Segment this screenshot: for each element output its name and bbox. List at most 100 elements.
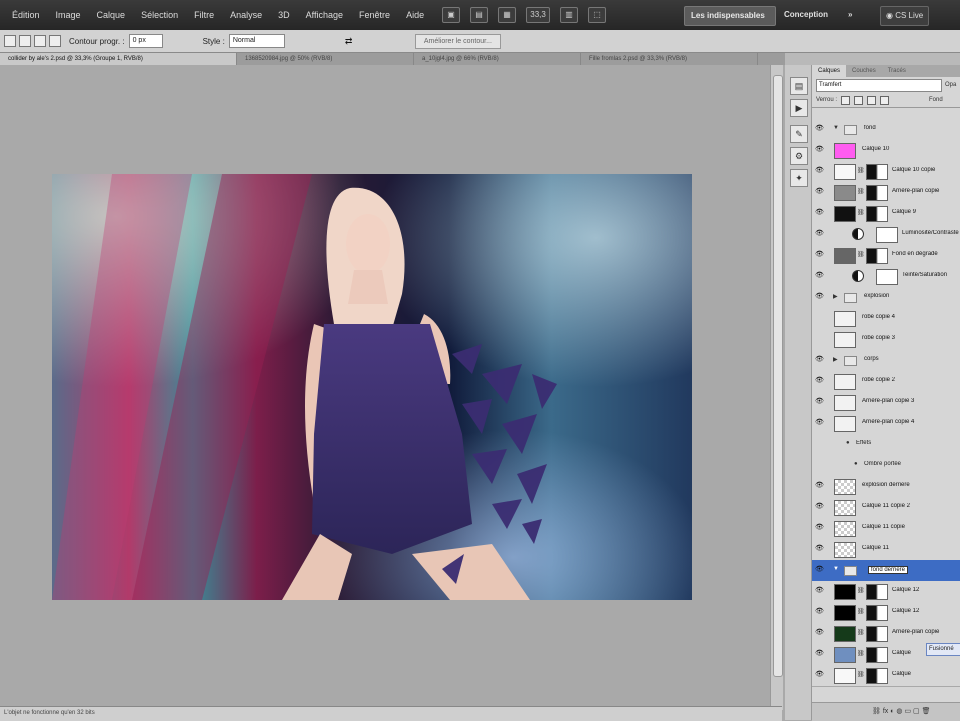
visibility-eye-icon[interactable]: 👁 [815,398,825,406]
tab-doc-4[interactable]: Fille fromlas 2.psd @ 33,3% (RVB/8) [581,53,758,65]
feather-input[interactable]: 0 px [128,34,163,48]
layer-mask-thumbnail[interactable] [866,206,888,222]
visibility-eye-icon[interactable]: 👁 [815,146,825,154]
layer-thumbnail[interactable] [834,248,856,264]
layer-row[interactable]: 👁 ⛓ Fond en dégradé [812,245,960,267]
visibility-eye-icon[interactable]: 👁 [815,356,825,364]
layer-mask-thumbnail[interactable] [876,227,898,243]
layer-thumbnail[interactable] [834,185,856,201]
visibility-eye-icon[interactable]: 👁 [815,671,825,679]
visibility-eye-icon[interactable]: 👁 [815,440,825,448]
layer-row[interactable]: 👁 ⛓ Calque 9 [812,203,960,225]
style-select[interactable]: Normal [228,34,285,48]
layer-row[interactable]: 👁 ⛓ Calque 10 copie [812,161,960,183]
layer-row[interactable]: 👁 ▶ explosion [812,287,960,309]
mask-link-icon[interactable]: ⛓ [857,251,865,258]
tab-doc-3[interactable]: a_10jgl4.jpg @ 66% (RVB/8) [414,53,581,65]
layer-row[interactable]: 👁 ⛓ Arrière-plan copie [812,182,960,204]
clone-source-icon[interactable]: ⚙ [790,147,808,165]
subtract-selection-icon[interactable] [34,35,46,47]
visibility-eye-icon[interactable]: 👁 [815,272,825,280]
visibility-eye-icon[interactable]: 👁 [815,629,825,637]
group-toggle-icon[interactable]: ▼ [833,125,839,131]
layers-footer-icons[interactable]: ⛓ fx ◐ ◍ ▭ ▢ 🗑 [872,707,930,715]
menu-3d[interactable]: 3D [270,10,298,20]
layer-row[interactable]: 👁 robe copie 4 [812,308,960,330]
layer-row[interactable]: 👁 ▼ fond [812,119,960,141]
mask-link-icon[interactable]: ⛓ [857,209,865,216]
visibility-eye-icon[interactable]: 👁 [815,482,825,490]
mask-link-icon[interactable]: ⛓ [857,650,865,657]
layer-row[interactable]: 👁 ⛓ Calque [812,665,960,687]
layer-thumbnail[interactable] [834,605,856,621]
menu-analysis[interactable]: Analyse [222,10,270,20]
layer-mask-thumbnail[interactable] [866,668,888,684]
tab-doc-2[interactable]: 1368520984.jpg @ 50% (RVB/8) [237,53,414,65]
layer-mask-thumbnail[interactable] [866,185,888,201]
layer-thumbnail[interactable] [834,521,856,537]
layer-thumbnail[interactable] [834,311,856,327]
layer-row[interactable]: 👁 ⛓ Calque 12 [812,602,960,624]
tools-preset-icon[interactable]: ✎ [790,125,808,143]
add-selection-icon[interactable] [19,35,31,47]
width-height-swap-icon[interactable]: ⇄ [345,36,355,46]
mask-link-icon[interactable]: ⛓ [857,167,865,174]
lock-position-icon[interactable] [867,95,877,105]
zoom-level[interactable]: 33,3 [526,7,551,23]
layer-row[interactable]: 👁 explosion derriere [812,476,960,498]
layer-row[interactable]: 👁 ▶ corps [812,350,960,372]
lock-transparency-icon[interactable] [841,95,851,105]
layer-row[interactable]: 👁 ⛓ Arrière-plan copie [812,623,960,645]
cs-live-button[interactable]: ◉ CS Live [880,6,930,26]
layer-thumbnail[interactable] [834,206,856,222]
visibility-eye-icon[interactable]: 👁 [815,524,825,532]
visibility-eye-icon[interactable]: 👁 [815,587,825,595]
launch-minibridge-icon[interactable]: ▤ [470,7,489,23]
menu-edit[interactable]: Édition [4,10,48,20]
visibility-eye-icon[interactable]: 👁 [815,167,825,175]
layer-thumbnail[interactable] [834,542,856,558]
visibility-eye-icon[interactable]: 👁 [815,209,825,217]
workspace-more-button[interactable]: » [842,6,858,24]
layer-mask-thumbnail[interactable] [876,269,898,285]
brushes-icon[interactable]: ✦ [790,169,808,187]
layer-row[interactable]: 👁 ▼ fond derriere [812,560,960,582]
layer-thumbnail[interactable] [834,668,856,684]
layer-row[interactable]: 👁 Arrière-plan copie 4 [812,413,960,435]
visibility-eye-icon[interactable]: 👁 [815,608,825,616]
tab-doc-1[interactable]: collider by ale's 2.psd @ 33,3% (Groupe … [0,53,237,65]
screen-mode-icon[interactable]: ⬚ [588,7,607,23]
layer-thumbnail[interactable] [834,374,856,390]
menu-help[interactable]: Aide [398,10,432,20]
tab-channels[interactable]: Couches [846,65,882,77]
visibility-eye-icon[interactable]: 👁 [815,461,825,469]
layer-row[interactable]: 👁 Calque 11 copie [812,518,960,540]
visibility-eye-icon[interactable]: 👁 [815,251,825,259]
tab-layers[interactable]: Calques [812,65,847,77]
visibility-eye-icon[interactable]: 👁 [815,335,825,343]
mask-link-icon[interactable]: ⛓ [857,629,865,636]
visibility-eye-icon[interactable]: 👁 [815,230,825,238]
layer-mask-thumbnail[interactable] [866,164,888,180]
layer-row[interactable]: 👁 Teinte/Saturation [812,266,960,288]
actions-icon[interactable]: ▶ [790,99,808,117]
workspace-design-button[interactable]: Conception [778,6,842,24]
layer-mask-thumbnail[interactable] [866,626,888,642]
history-icon[interactable]: ▤ [790,77,808,95]
scroll-thumb[interactable] [773,75,783,677]
lock-all-icon[interactable] [880,95,890,105]
layer-row[interactable]: 👁 robe copie 3 [812,329,960,351]
visibility-eye-icon[interactable]: 👁 [815,125,825,133]
intersect-selection-icon[interactable] [49,35,61,47]
layer-row[interactable]: 👁 ● Ombre portée [812,455,960,477]
layer-thumbnail[interactable] [834,500,856,516]
arrange-documents-icon[interactable]: ▥ [560,7,579,23]
visibility-eye-icon[interactable]: 👁 [815,314,825,322]
visibility-eye-icon[interactable]: 👁 [815,566,825,574]
visibility-eye-icon[interactable]: 👁 [815,650,825,658]
canvas-vertical-scrollbar[interactable] [770,65,783,710]
visibility-eye-icon[interactable]: 👁 [815,377,825,385]
layer-mask-thumbnail[interactable] [866,647,888,663]
layer-thumbnail[interactable] [834,332,856,348]
layer-thumbnail[interactable] [834,479,856,495]
